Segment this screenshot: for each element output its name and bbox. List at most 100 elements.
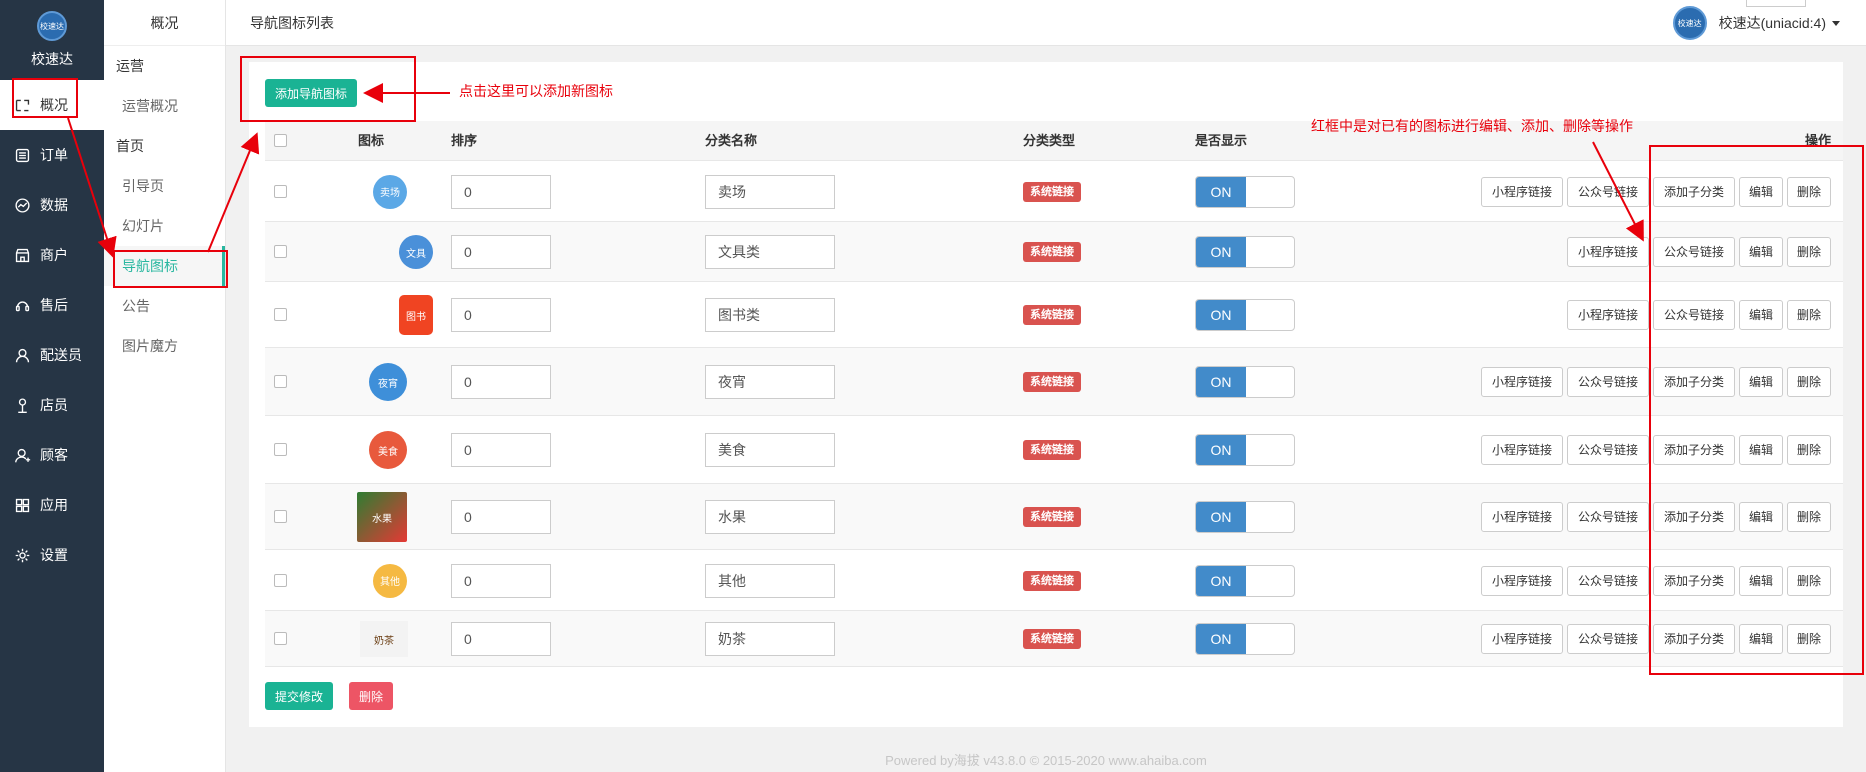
row-checkbox[interactable]: [274, 443, 287, 456]
table-row: 卖场 0 卖场 系统链接 ON 小程序链接 公众号链接 添加子分类 编辑 删除: [265, 161, 1843, 222]
annotation-box-add: [240, 56, 416, 122]
category-name-input[interactable]: 卖场: [705, 174, 835, 209]
annotation-box-operations: [1649, 145, 1864, 675]
brand[interactable]: 校速达 校速达: [0, 0, 104, 80]
sort-input[interactable]: 0: [451, 298, 551, 332]
footer: Powered by海拔 v43.8.0 © 2015-2020 www.aha…: [885, 753, 1207, 768]
type-badge: 系统链接: [1023, 305, 1081, 325]
submit-button[interactable]: 提交修改: [265, 682, 334, 710]
category-name-input[interactable]: 图书类: [705, 298, 835, 332]
category-name-input[interactable]: 其他: [705, 563, 835, 598]
show-toggle[interactable]: ON: [1195, 236, 1295, 268]
show-toggle[interactable]: ON: [1195, 366, 1295, 398]
subnav-item-image-cube[interactable]: 图片魔方: [104, 326, 225, 366]
mp-action-button[interactable]: 公众号链接: [1567, 176, 1649, 207]
row-icon: 水果: [357, 492, 407, 542]
row-checkbox[interactable]: [274, 632, 287, 645]
row-checkbox[interactable]: [274, 573, 287, 587]
chart-icon: [12, 195, 32, 215]
sidebar-item-5[interactable]: 配送员: [0, 330, 104, 380]
sidebar-item-label: 顾客: [40, 447, 68, 463]
table-row: 水果 0 水果 系统链接 ON 小程序链接 公众号链接 添加子分类 编辑 删除: [265, 484, 1843, 550]
sort-input[interactable]: 0: [451, 622, 551, 656]
subnav-item-slides[interactable]: 幻灯片: [104, 206, 225, 246]
category-name-input[interactable]: 美食: [705, 433, 835, 467]
mp-action-button[interactable]: 公众号链接: [1567, 624, 1649, 654]
sort-input[interactable]: 0: [451, 365, 551, 399]
row-icon: 卖场: [365, 167, 415, 217]
row-icon: 图书: [391, 290, 441, 340]
food-icon: 美食: [369, 431, 407, 469]
person-icon: [12, 395, 32, 415]
sidebar-item-label: 商户: [40, 247, 68, 263]
customer-icon: [12, 445, 32, 465]
show-toggle[interactable]: ON: [1195, 564, 1295, 597]
show-toggle[interactable]: ON: [1195, 623, 1295, 655]
mini-action-button[interactable]: 小程序链接: [1481, 565, 1563, 596]
col-name: 分类名称: [705, 133, 758, 148]
list-icon: [12, 145, 32, 165]
select-all-checkbox[interactable]: [274, 134, 287, 147]
category-name-input[interactable]: 夜宵: [705, 365, 835, 399]
brand-logo: 校速达: [37, 11, 67, 41]
sort-input[interactable]: 0: [451, 563, 551, 598]
subnav-group-operation: 运营: [116, 58, 144, 74]
sidebar-item-3[interactable]: 商户: [0, 230, 104, 280]
row-icon: 其他: [365, 556, 415, 606]
table-row: 图书 0 图书类 系统链接 ON 小程序链接 公众号链接 编辑 删除: [265, 282, 1843, 348]
subnav-item-guide[interactable]: 引导页: [104, 166, 225, 206]
mini-action-button[interactable]: 小程序链接: [1481, 435, 1563, 465]
mini-action-button[interactable]: 小程序链接: [1481, 367, 1563, 397]
sidebar-item-4[interactable]: 售后: [0, 280, 104, 330]
sort-input[interactable]: 0: [451, 235, 551, 269]
subnav-title: 概况: [104, 0, 225, 46]
row-checkbox[interactable]: [274, 245, 287, 258]
row-checkbox[interactable]: [274, 375, 287, 388]
caret-down-icon: [1832, 20, 1840, 26]
type-badge: 系统链接: [1023, 507, 1081, 527]
show-toggle[interactable]: ON: [1195, 299, 1295, 331]
mp-action-button[interactable]: 公众号链接: [1567, 502, 1649, 532]
sidebar-item-1[interactable]: 订单: [0, 130, 104, 180]
sidebar-item-2[interactable]: 数据: [0, 180, 104, 230]
subnav-item-operation-overview[interactable]: 运营概况: [104, 86, 225, 126]
show-toggle[interactable]: ON: [1195, 434, 1295, 466]
sidebar-item-6[interactable]: 店员: [0, 380, 104, 430]
row-checkbox[interactable]: [274, 510, 287, 523]
sidebar-item-8[interactable]: 应用: [0, 480, 104, 530]
row-checkbox[interactable]: [274, 308, 287, 321]
sidebar-item-label: 配送员: [40, 347, 82, 363]
category-name-input[interactable]: 文具类: [705, 235, 835, 269]
category-name-input[interactable]: 水果: [705, 500, 835, 534]
mini-action-button[interactable]: 小程序链接: [1567, 237, 1649, 267]
mp-action-button[interactable]: 公众号链接: [1567, 367, 1649, 397]
type-badge: 系统链接: [1023, 181, 1081, 202]
annotation-ops-hint: 红框中是对已有的图标进行编辑、添加、删除等操作: [1311, 118, 1633, 134]
row-checkbox[interactable]: [274, 184, 287, 198]
sort-input[interactable]: 0: [451, 500, 551, 534]
subnav-item-notice[interactable]: 公告: [104, 286, 225, 326]
mp-action-button[interactable]: 公众号链接: [1567, 435, 1649, 465]
toggle-on-label: ON: [1196, 176, 1246, 207]
user-menu[interactable]: 校速达 校速达(uniacid:4): [1672, 6, 1840, 40]
annotation-box-overview: [12, 78, 78, 118]
mini-action-button[interactable]: 小程序链接: [1481, 624, 1563, 654]
mini-action-button[interactable]: 小程序链接: [1481, 176, 1563, 207]
top-bar: 导航图标列表 校速达 校速达(uniacid:4): [226, 0, 1866, 46]
mini-action-button[interactable]: 小程序链接: [1481, 502, 1563, 532]
toggle-on-label: ON: [1196, 367, 1246, 397]
type-badge: 系统链接: [1023, 440, 1081, 460]
mp-action-button[interactable]: 公众号链接: [1567, 565, 1649, 596]
sidebar-item-9[interactable]: 设置: [0, 530, 104, 580]
sidebar-item-label: 设置: [40, 547, 68, 563]
sidebar-item-7[interactable]: 顾客: [0, 430, 104, 480]
show-toggle[interactable]: ON: [1195, 501, 1295, 533]
sort-input[interactable]: 0: [451, 174, 551, 209]
sort-input[interactable]: 0: [451, 433, 551, 467]
bulk-delete-button[interactable]: 删除: [349, 682, 394, 710]
category-name-input[interactable]: 奶茶: [705, 622, 835, 656]
show-toggle[interactable]: ON: [1195, 175, 1295, 208]
watermelon-icon: 水果: [357, 492, 407, 542]
building-icon: 文具: [399, 235, 433, 269]
mini-action-button[interactable]: 小程序链接: [1567, 300, 1649, 330]
